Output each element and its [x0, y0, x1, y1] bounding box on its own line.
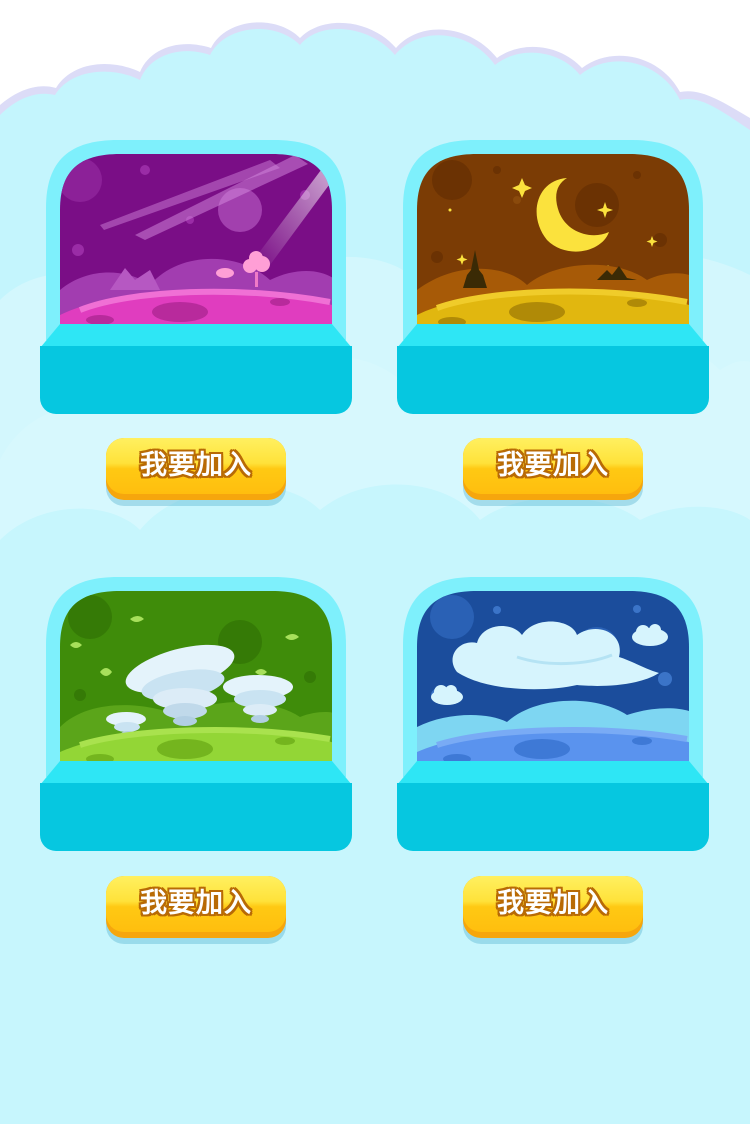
join-button-label: 我要加入 [497, 450, 609, 481]
card-base [40, 783, 352, 851]
room-card-blue-clouds[interactable] [397, 577, 709, 857]
card-base [40, 346, 352, 414]
room-card-pink-planet[interactable] [40, 140, 352, 420]
room-card-moon-desert[interactable] [397, 140, 709, 420]
join-button[interactable]: 我要加入 [463, 876, 643, 938]
game-lobby-screen: { "colors": { "background": "#c4f5fd", "… [0, 0, 750, 1124]
join-button[interactable]: 我要加入 [463, 438, 643, 500]
join-button-label: 我要加入 [140, 450, 252, 481]
join-button-label: 我要加入 [497, 888, 609, 919]
room-card-green-tornado[interactable] [40, 577, 352, 857]
join-button-label: 我要加入 [140, 888, 252, 919]
join-button[interactable]: 我要加入 [106, 876, 286, 938]
card-base [397, 346, 709, 414]
join-button[interactable]: 我要加入 [106, 438, 286, 500]
card-base [397, 783, 709, 851]
